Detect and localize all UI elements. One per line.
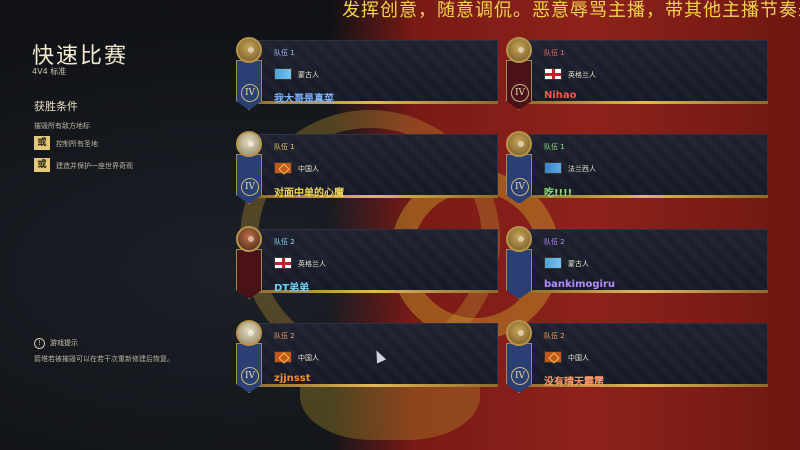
- player-avatar: [506, 320, 532, 346]
- player-avatar: [236, 37, 262, 63]
- chinese-flag-icon: [544, 351, 562, 363]
- rank-ribbon: [236, 249, 262, 299]
- team-label: 队伍 2: [274, 332, 295, 340]
- rank-label: IV: [511, 178, 529, 196]
- player-name: 对面中单的心魔: [274, 188, 344, 199]
- english-flag-icon: [544, 68, 562, 80]
- rank-label: IV: [241, 178, 259, 196]
- rank-label: IV: [511, 367, 529, 385]
- or-badge: 或: [34, 158, 50, 172]
- civ-label: 英格兰人: [298, 260, 326, 268]
- civ-label: 中国人: [568, 354, 589, 362]
- player-name: zjjnsst: [274, 373, 311, 384]
- chinese-flag-icon: [274, 351, 292, 363]
- player-avatar: [236, 226, 262, 252]
- info-icon: !: [34, 338, 45, 349]
- team-label: 队伍 2: [274, 238, 295, 246]
- or-badge: 或: [34, 136, 50, 150]
- player-card[interactable]: IV 队伍 1 法兰西人 吃!!!!: [506, 131, 768, 204]
- game-mode: 4V4 标准: [32, 67, 67, 76]
- player-card[interactable]: 队伍 2 蒙古人 bankimogiru: [506, 226, 768, 299]
- player-name: Nihao: [544, 90, 577, 101]
- player-avatar: [236, 320, 262, 346]
- civ-label: 中国人: [298, 354, 319, 362]
- player-name: 吃!!!!: [544, 188, 573, 199]
- civ-label: 蒙古人: [298, 71, 319, 79]
- victory-conditions-title: 获胜条件: [34, 100, 78, 113]
- player-name: bankimogiru: [544, 279, 616, 290]
- rank-ribbon: [506, 249, 532, 299]
- team-label: 队伍 1: [274, 143, 295, 151]
- player-card[interactable]: IV 队伍 1 英格兰人 Nihao: [506, 37, 768, 110]
- player-avatar: [506, 226, 532, 252]
- card-underline: [520, 290, 768, 293]
- player-name: 没有晴天霹雳: [544, 377, 604, 388]
- victory-alt-condition: 建造并保护一座世界奇观: [56, 162, 133, 170]
- mongol-flag-icon: [544, 257, 562, 269]
- rank-label: IV: [241, 367, 259, 385]
- card-underline: [520, 101, 768, 104]
- chinese-flag-icon: [274, 162, 292, 174]
- team-label: 队伍 2: [544, 332, 565, 340]
- tip-text: 箭塔若被摧毁可以在若干次重新修建后恢复。: [34, 355, 174, 363]
- card-underline: [250, 384, 498, 387]
- rank-label: IV: [511, 84, 529, 102]
- tip-title: 游戏提示: [50, 339, 78, 347]
- civ-label: 蒙古人: [568, 260, 589, 268]
- rank-label: IV: [241, 84, 259, 102]
- player-avatar: [236, 131, 262, 157]
- french-flag-icon: [544, 162, 562, 174]
- player-avatar: [506, 131, 532, 157]
- stream-marquee: 发挥创意，随意调侃。恶意辱骂主播，带其他主播节奏永封: [342, 0, 800, 21]
- civ-label: 英格兰人: [568, 71, 596, 79]
- team-label: 队伍 1: [274, 49, 295, 57]
- mongol-flag-icon: [274, 68, 292, 80]
- team-label: 队伍 2: [544, 238, 565, 246]
- civ-label: 法兰西人: [568, 165, 596, 173]
- civ-label: 中国人: [298, 165, 319, 173]
- player-card[interactable]: IV 队伍 1 蒙古人 我大哥是真菜: [236, 37, 498, 110]
- player-card[interactable]: 队伍 2 英格兰人 DT弟弟: [236, 226, 498, 299]
- player-name: 我大哥是真菜: [274, 94, 334, 105]
- player-name: DT弟弟: [274, 283, 310, 294]
- player-card[interactable]: IV 队伍 2 中国人 没有晴天霹雳: [506, 320, 768, 393]
- victory-main-condition: 摧毁所有敌方地标: [34, 122, 90, 130]
- player-avatar: [506, 37, 532, 63]
- team-label: 队伍 1: [544, 49, 565, 57]
- victory-alt-condition: 控制所有圣地: [56, 140, 98, 148]
- player-card[interactable]: IV 队伍 2 中国人 zjjnsst: [236, 320, 498, 393]
- player-card[interactable]: IV 队伍 1 中国人 对面中单的心魔: [236, 131, 498, 204]
- english-flag-icon: [274, 257, 292, 269]
- team-label: 队伍 1: [544, 143, 565, 151]
